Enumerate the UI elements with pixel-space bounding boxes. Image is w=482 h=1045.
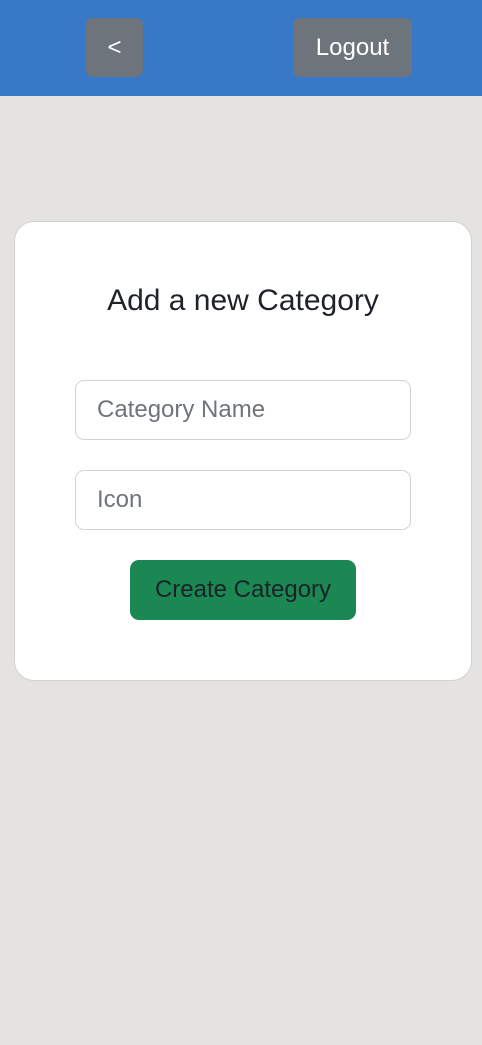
back-button[interactable]: < [86,18,143,77]
add-category-card: Add a new Category Create Category [14,221,472,681]
category-name-input[interactable] [75,380,411,440]
icon-input[interactable] [75,470,411,530]
logout-button[interactable]: Logout [293,18,412,77]
top-navbar: < Logout [0,0,482,96]
form-title: Add a new Category [107,284,379,317]
create-category-button[interactable]: Create Category [130,560,356,620]
